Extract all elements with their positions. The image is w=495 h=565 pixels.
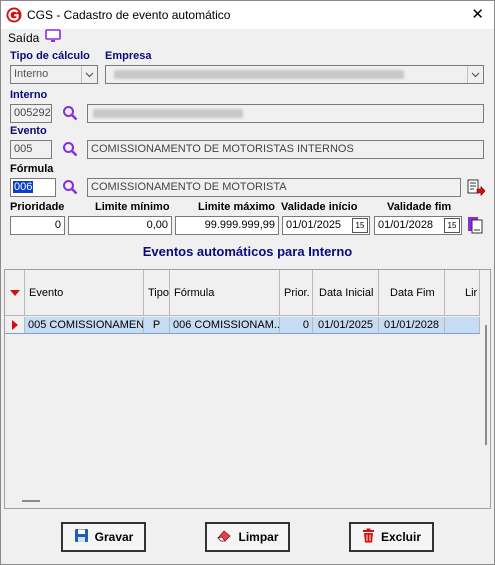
- validade-fim-value: 01/01/2028: [378, 219, 434, 231]
- grid-cell-formula[interactable]: 006 COMISSIONAM...: [170, 317, 280, 334]
- horizontal-scrollbar[interactable]: [5, 494, 480, 508]
- formula-edit-icon[interactable]: [466, 178, 486, 198]
- tipo-calculo-value: Interno: [14, 68, 49, 80]
- grid-cell-data-fim[interactable]: 01/01/2028: [379, 317, 445, 334]
- col-header-limite[interactable]: Lir: [445, 270, 480, 316]
- empresa-value-redacted: [106, 66, 467, 83]
- save-icon: [74, 528, 89, 546]
- search-icon[interactable]: [59, 103, 81, 123]
- grid-cell-tipo[interactable]: P: [144, 317, 170, 334]
- grid-header-indicator: [5, 270, 25, 316]
- validade-inicio-label: Validade início: [281, 201, 358, 213]
- chevron-down-icon: [467, 66, 483, 83]
- section-title: Eventos automáticos para Interno: [142, 244, 353, 259]
- excluir-button[interactable]: Excluir: [349, 522, 434, 552]
- limite-minimo-input[interactable]: 0,00: [68, 216, 172, 235]
- empresa-select[interactable]: [105, 65, 484, 84]
- formula-code-value: 006: [13, 181, 34, 193]
- formula-description: COMISSIONAMENTO DE MOTORISTA: [87, 178, 461, 197]
- col-header-data-inicial[interactable]: Data Inicial: [313, 270, 379, 316]
- grid-cell-data-inicial[interactable]: 01/01/2025: [313, 317, 379, 334]
- row-indicator-icon: [5, 317, 25, 334]
- tipo-calculo-label: Tipo de cálculo: [10, 50, 90, 62]
- excluir-label: Excluir: [380, 530, 422, 544]
- interno-name-field: [87, 104, 484, 123]
- col-header-evento[interactable]: Evento: [25, 270, 144, 316]
- col-header-tipo[interactable]: Tipo: [144, 270, 170, 316]
- empresa-label: Empresa: [105, 50, 152, 62]
- limite-maximo-input[interactable]: 99.999.999,99: [175, 216, 279, 235]
- prioridade-label: Prioridade: [10, 201, 65, 213]
- saida-menu[interactable]: Saída: [8, 29, 62, 46]
- validade-inicio-value: 01/01/2025: [286, 219, 342, 231]
- evento-label: Evento: [10, 125, 47, 137]
- validade-inicio-input[interactable]: 01/01/2025 15: [282, 216, 370, 235]
- main-window: CGS - Cadastro de evento automático ✕ Sa…: [0, 0, 495, 565]
- calendar-icon[interactable]: 15: [444, 218, 460, 233]
- trash-icon: [362, 528, 375, 546]
- grid-cell-limite[interactable]: [445, 317, 480, 334]
- prioridade-input[interactable]: 0: [10, 216, 65, 235]
- title-bar: CGS - Cadastro de evento automático ✕: [1, 1, 494, 29]
- chevron-down-icon: [81, 66, 97, 83]
- events-grid: Evento Tipo Fórmula Prior. Data Inicial …: [4, 269, 491, 509]
- limpar-button[interactable]: Limpar: [205, 522, 290, 552]
- search-icon[interactable]: [59, 139, 81, 159]
- col-header-formula[interactable]: Fórmula: [170, 270, 280, 316]
- grid-cell-evento[interactable]: 005 COMISSIONAMEN...: [25, 317, 144, 334]
- formula-code-input[interactable]: 006: [10, 178, 56, 197]
- close-button[interactable]: ✕: [471, 5, 484, 23]
- add-document-icon[interactable]: [466, 215, 486, 235]
- h-scrollbar-thumb[interactable]: [22, 500, 40, 502]
- grid-cell-prior[interactable]: 0: [280, 317, 313, 334]
- search-icon[interactable]: [59, 177, 81, 197]
- interno-label: Interno: [10, 89, 48, 101]
- eraser-icon: [216, 529, 232, 546]
- limpar-label: Limpar: [238, 530, 279, 544]
- evento-code-input[interactable]: 005: [10, 140, 52, 159]
- vertical-scrollbar[interactable]: [480, 270, 490, 508]
- formula-label: Fórmula: [10, 163, 54, 175]
- window-title: CGS - Cadastro de evento automático: [27, 8, 231, 22]
- validade-fim-input[interactable]: 01/01/2028 15: [374, 216, 462, 235]
- evento-description: COMISSIONAMENTO DE MOTORISTAS INTERNOS: [87, 140, 484, 159]
- app-logo-icon: [6, 7, 22, 26]
- saida-label: Saída: [8, 30, 40, 45]
- limite-minimo-label: Limite mínimo: [95, 201, 170, 213]
- gravar-button[interactable]: Gravar: [61, 522, 146, 552]
- tipo-calculo-select[interactable]: Interno: [10, 65, 98, 84]
- interno-code-input[interactable]: 005292: [10, 104, 52, 123]
- limite-maximo-label: Limite máximo: [198, 201, 276, 213]
- gravar-label: Gravar: [94, 530, 134, 544]
- col-header-prior[interactable]: Prior.: [280, 270, 313, 316]
- col-header-data-fim[interactable]: Data Fim: [379, 270, 445, 316]
- calendar-icon[interactable]: 15: [352, 218, 368, 233]
- monitor-icon: [45, 29, 62, 46]
- scrollbar-thumb[interactable]: [485, 325, 487, 445]
- validade-fim-label: Validade fim: [387, 201, 452, 213]
